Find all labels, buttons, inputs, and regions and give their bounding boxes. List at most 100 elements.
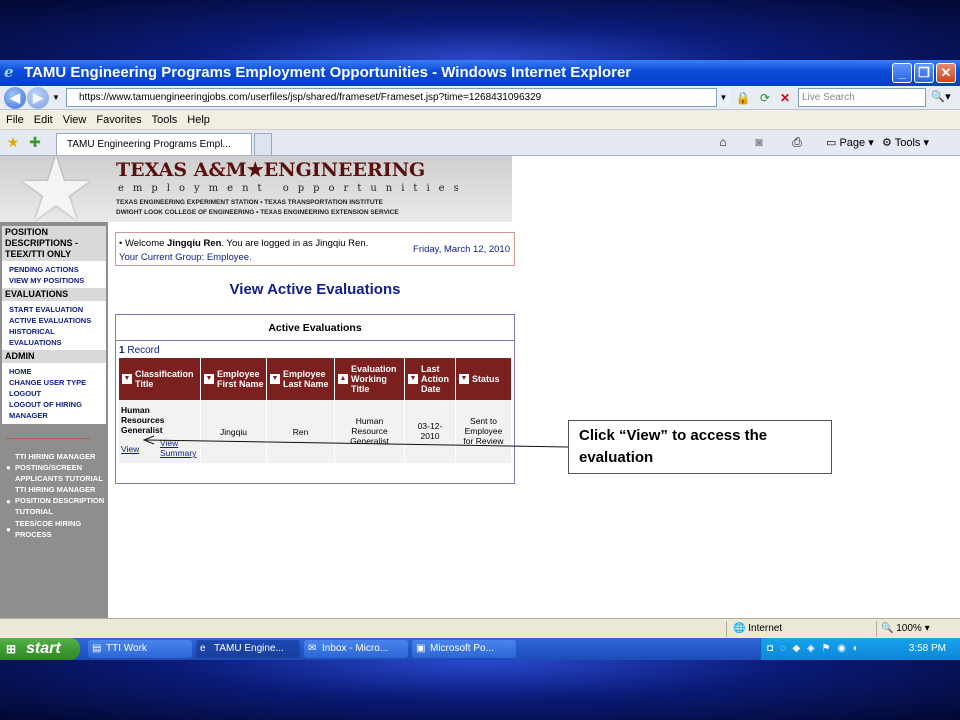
nav-item-view-my-positions[interactable]: VIEW MY POSITIONS [2, 275, 106, 288]
menu-edit[interactable]: Edit [29, 110, 58, 130]
sort-icon[interactable]: ▼ [408, 374, 418, 384]
nav-item-change-user-type[interactable]: CHANGE USER TYPE [2, 377, 106, 388]
brand-agencies-line2: DWIGHT LOOK COLLEGE OF ENGINEERING • TEX… [116, 209, 399, 216]
favorites-star-icon[interactable]: ★ [4, 133, 22, 151]
zoom-level: 100% [896, 623, 922, 634]
taskbar-item-tamu[interactable]: e TAMU Engine... [196, 640, 300, 658]
sidebar-nav: POSITION DESCRIPTIONS - TEEX/TTI ONLY PE… [2, 226, 106, 424]
zoom-icon: 🔍 [881, 623, 897, 634]
sort-icon[interactable]: ▲ [338, 374, 348, 384]
current-group: Your Current Group: Employee. [119, 252, 252, 263]
view-link[interactable]: View [121, 444, 139, 454]
column-header-classification[interactable]: ▼ Classification Title [119, 358, 200, 400]
address-input[interactable]: https://www.tamuengineeringjobs.com/user… [66, 88, 730, 107]
menu-file[interactable]: File [0, 110, 29, 130]
tab-bar: ★ ✚ TAMU Engineering Programs Empl... ⌂ … [0, 130, 960, 156]
windows-taskbar: ⊞ start ▤ TTI Work e TAMU Engine... ✉ Inbox … [0, 638, 960, 660]
status-bar: 🌐 Internet 🔍 100% ▾ [0, 618, 960, 638]
current-date: Friday, March 12, 2010 [413, 244, 510, 255]
back-icon[interactable]: ◀ [4, 87, 26, 109]
nav-item-pending-actions[interactable]: PENDING ACTIONS [2, 262, 106, 275]
welcome-prefix: • Welcome [119, 238, 168, 249]
column-header-working-title[interactable]: ▲ Evaluation Working Title [335, 358, 404, 400]
nav-item-historical-evaluations[interactable]: HISTORICAL EVALUATIONS [2, 326, 106, 350]
start-button[interactable]: ⊞ start [0, 638, 80, 660]
sort-icon[interactable]: ▼ [122, 374, 132, 384]
menu-help[interactable]: Help [182, 110, 215, 130]
address-dropdown-icon[interactable]: ▼ [716, 88, 730, 107]
taskbar-item-tti-work[interactable]: ▤ TTI Work [88, 640, 192, 658]
maximize-button[interactable]: ❐ [914, 63, 934, 83]
forward-icon[interactable]: ▶ [27, 87, 49, 109]
globe-icon: 🌐 [733, 623, 749, 634]
page-menu[interactable]: ▭ Page ▾ [826, 133, 874, 153]
nav-header-admin: ADMIN [2, 350, 106, 364]
menu-tools[interactable]: Tools [147, 110, 183, 130]
history-dropdown-icon[interactable]: ▼ [47, 89, 65, 107]
cell-last-action-date: 03-12-2010 [405, 400, 456, 463]
taskbar-item-powerpoint[interactable]: ▣ Microsoft Po... [412, 640, 516, 658]
column-header-label: Employee First Name [217, 369, 264, 389]
menu-bar: File Edit View Favorites Tools Help [0, 110, 960, 130]
sort-icon[interactable]: ▼ [270, 374, 280, 384]
add-favorite-icon[interactable]: ✚ [26, 133, 44, 151]
feeds-icon[interactable]: ◙ [750, 133, 768, 151]
refresh-icon[interactable]: ⟳ [756, 89, 774, 107]
link-tti-posting-tutorial[interactable]: ● TTI HIRING MANAGER POSTING/SCREEN APPLI… [6, 452, 106, 484]
minimize-button[interactable]: _ [892, 63, 912, 83]
cell-status: Sent to Employee for Review [456, 400, 511, 463]
nav-item-home[interactable]: HOME [2, 364, 106, 377]
brand-name: TEXAS A&M★ENGINEERING [116, 159, 426, 181]
column-header-last-name[interactable]: ▼ Employee Last Name [267, 358, 334, 400]
link-tees-hiring-process[interactable]: ● TEES/COE HIRING PROCESS [6, 519, 106, 541]
bullet-icon: ● [6, 496, 11, 506]
column-header-label: Last Action Date [421, 364, 449, 394]
nav-item-start-evaluation[interactable]: START EVALUATION [2, 302, 106, 315]
tab-tamu[interactable]: TAMU Engineering Programs Empl... [56, 133, 252, 155]
view-summary-link[interactable]: View Summary [160, 438, 200, 458]
search-input[interactable]: Live Search [798, 88, 926, 107]
ie-logo-icon: e [4, 63, 14, 81]
task-label: TTI Work [106, 643, 147, 654]
tray-icons[interactable]: ◘ ◌ ◆ ◈ ⚑ ◉ ◐ [767, 638, 861, 660]
window-titlebar[interactable]: e TAMU Engineering Programs Employment O… [0, 60, 960, 86]
cell-working-title: Human Resource Generalist [335, 400, 405, 463]
clock: 3:58 PM [908, 643, 946, 654]
bullet-icon: ● [6, 524, 11, 534]
home-icon[interactable]: ⌂ [714, 133, 732, 151]
nav-item-logout[interactable]: LOGOUT [2, 388, 106, 399]
sort-icon[interactable]: ▼ [459, 374, 469, 384]
zone-label: Internet [748, 623, 783, 634]
print-icon[interactable]: ⎙ [788, 133, 806, 151]
page-title: View Active Evaluations [229, 281, 401, 298]
menu-view[interactable]: View [58, 110, 92, 130]
taskbar-item-inbox[interactable]: ✉ Inbox - Micro... [304, 640, 408, 658]
close-button[interactable]: ✕ [936, 63, 956, 83]
nav-item-logout-hiring-manager[interactable]: LOGOUT OF HIRING MANAGER [2, 399, 106, 424]
zoom-control[interactable]: 🔍 100% ▾ [876, 621, 960, 637]
outlook-icon: ✉ [308, 643, 317, 654]
new-tab-button[interactable] [254, 133, 272, 155]
lock-icon[interactable]: 🔒 [734, 89, 752, 107]
stop-icon[interactable]: ✕ [776, 89, 794, 107]
windows-logo-icon: ⊞ [6, 642, 17, 656]
link-tti-position-tutorial[interactable]: ● TTI HIRING MANAGER POSITION DESCRIPTION… [6, 485, 106, 517]
link-tees-hiring-process-label: TEES/COE HIRING PROCESS [15, 518, 82, 539]
ie-icon: e [200, 643, 206, 654]
panel-title: Active Evaluations [116, 315, 514, 341]
tools-menu[interactable]: ⚙ Tools ▾ [882, 133, 929, 153]
nav-item-active-evaluations[interactable]: ACTIVE EVALUATIONS [2, 315, 106, 326]
column-header-first-name[interactable]: ▼ Employee First Name [201, 358, 266, 400]
link-tti-position-tutorial-label: TTI HIRING MANAGER POSITION DESCRIPTION … [15, 485, 105, 516]
column-header-status[interactable]: ▼ Status [456, 358, 511, 400]
column-header-label: Classification Title [135, 369, 194, 389]
callout-box: Click “View” to access the evaluation [568, 420, 832, 474]
column-header-last-action-date[interactable]: ▼ Last Action Date [405, 358, 455, 400]
sort-icon[interactable]: ▼ [204, 374, 214, 384]
page-menu-label: Page [839, 137, 866, 149]
menu-favorites[interactable]: Favorites [91, 110, 146, 130]
search-icon[interactable]: 🔍▾ [928, 88, 954, 107]
brand-tagline: employment opportunities [118, 183, 468, 194]
tutorial-links: ● TTI HIRING MANAGER POSTING/SCREEN APPLI… [6, 452, 106, 540]
task-label: Inbox - Micro... [322, 643, 389, 654]
